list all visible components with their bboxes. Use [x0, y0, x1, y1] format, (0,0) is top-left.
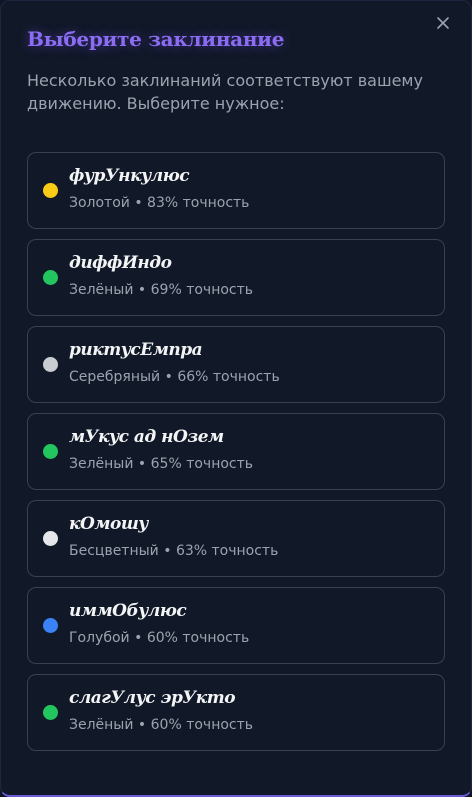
spell-accuracy: 63% точность — [175, 543, 279, 559]
color-dot-icon — [43, 270, 58, 285]
color-dot-icon — [43, 705, 58, 720]
spell-color-name: Золотой — [69, 195, 130, 211]
spell-accuracy: 66% точность — [177, 369, 280, 385]
spell-accuracy: 60% точность — [150, 717, 254, 733]
spell-option[interactable]: фурУнкулюс Золотой • 83% точность — [27, 152, 445, 229]
spell-option[interactable]: диффИндо Зелёный • 69% точность — [27, 239, 445, 316]
meta-separator: • — [133, 717, 151, 733]
spell-accuracy: 65% точность — [150, 456, 254, 472]
spell-meta: Голубой • 60% точность — [69, 630, 249, 646]
spell-name: иммОбулюс — [69, 601, 187, 621]
meta-separator: • — [133, 282, 151, 298]
spell-name: мУкус ад нОзем — [69, 427, 224, 447]
spell-accuracy: 83% точность — [147, 195, 250, 211]
meta-separator: • — [129, 630, 147, 646]
meta-separator: • — [133, 456, 151, 472]
spell-name: фурУнкулюс — [69, 166, 190, 186]
spell-name: диффИндо — [69, 253, 172, 273]
spell-accuracy: 69% точность — [150, 282, 254, 298]
spell-option[interactable]: мУкус ад нОзем Зелёный • 65% точность — [27, 413, 445, 490]
spell-meta: Бесцветный • 63% точность — [69, 543, 278, 559]
spell-accuracy: 60% точность — [146, 630, 250, 646]
meta-separator: • — [158, 543, 176, 559]
spell-name: риктусЕмпра — [69, 340, 203, 360]
meta-separator: • — [129, 195, 148, 211]
color-dot-icon — [43, 444, 58, 459]
spell-color-name: Зелёный — [69, 282, 134, 298]
spell-name: кОмошу — [69, 514, 148, 534]
spell-meta: Серебряный • 66% точность — [69, 369, 280, 385]
spell-color-name: Зелёный — [69, 456, 134, 472]
color-dot-icon — [43, 618, 58, 633]
spell-meta: Зелёный • 60% точность — [69, 717, 253, 733]
color-dot-icon — [43, 531, 58, 546]
spell-select-dialog: Выберите заклинание Несколько заклинаний… — [0, 0, 472, 797]
spell-color-name: Зелёный — [69, 717, 134, 733]
spell-color-name: Бесцветный — [69, 543, 159, 559]
spell-color-name: Серебряный — [69, 369, 161, 385]
close-icon[interactable] — [433, 13, 453, 33]
spell-option[interactable]: кОмошу Бесцветный • 63% точность — [27, 500, 445, 577]
spell-meta: Зелёный • 65% точность — [69, 456, 253, 472]
spell-option[interactable]: риктусЕмпра Серебряный • 66% точность — [27, 326, 445, 403]
spell-color-name: Голубой — [69, 630, 130, 646]
spell-list: фурУнкулюс Золотой • 83% точность диффИндо… — [27, 152, 445, 761]
spell-meta: Зелёный • 69% точность — [69, 282, 253, 298]
spell-meta: Золотой • 83% точность — [69, 195, 249, 211]
color-dot-icon — [43, 357, 58, 372]
dialog-subtitle: Несколько заклинаний соответствуют вашем… — [27, 71, 423, 113]
meta-separator: • — [160, 369, 178, 385]
spell-name: слагУлус эрУкто — [69, 688, 236, 708]
dialog-title: Выберите заклинание — [27, 27, 285, 51]
spell-option[interactable]: слагУлус эрУкто Зелёный • 60% точность — [27, 674, 445, 751]
spell-option[interactable]: иммОбулюс Голубой • 60% точность — [27, 587, 445, 664]
color-dot-icon — [43, 183, 58, 198]
